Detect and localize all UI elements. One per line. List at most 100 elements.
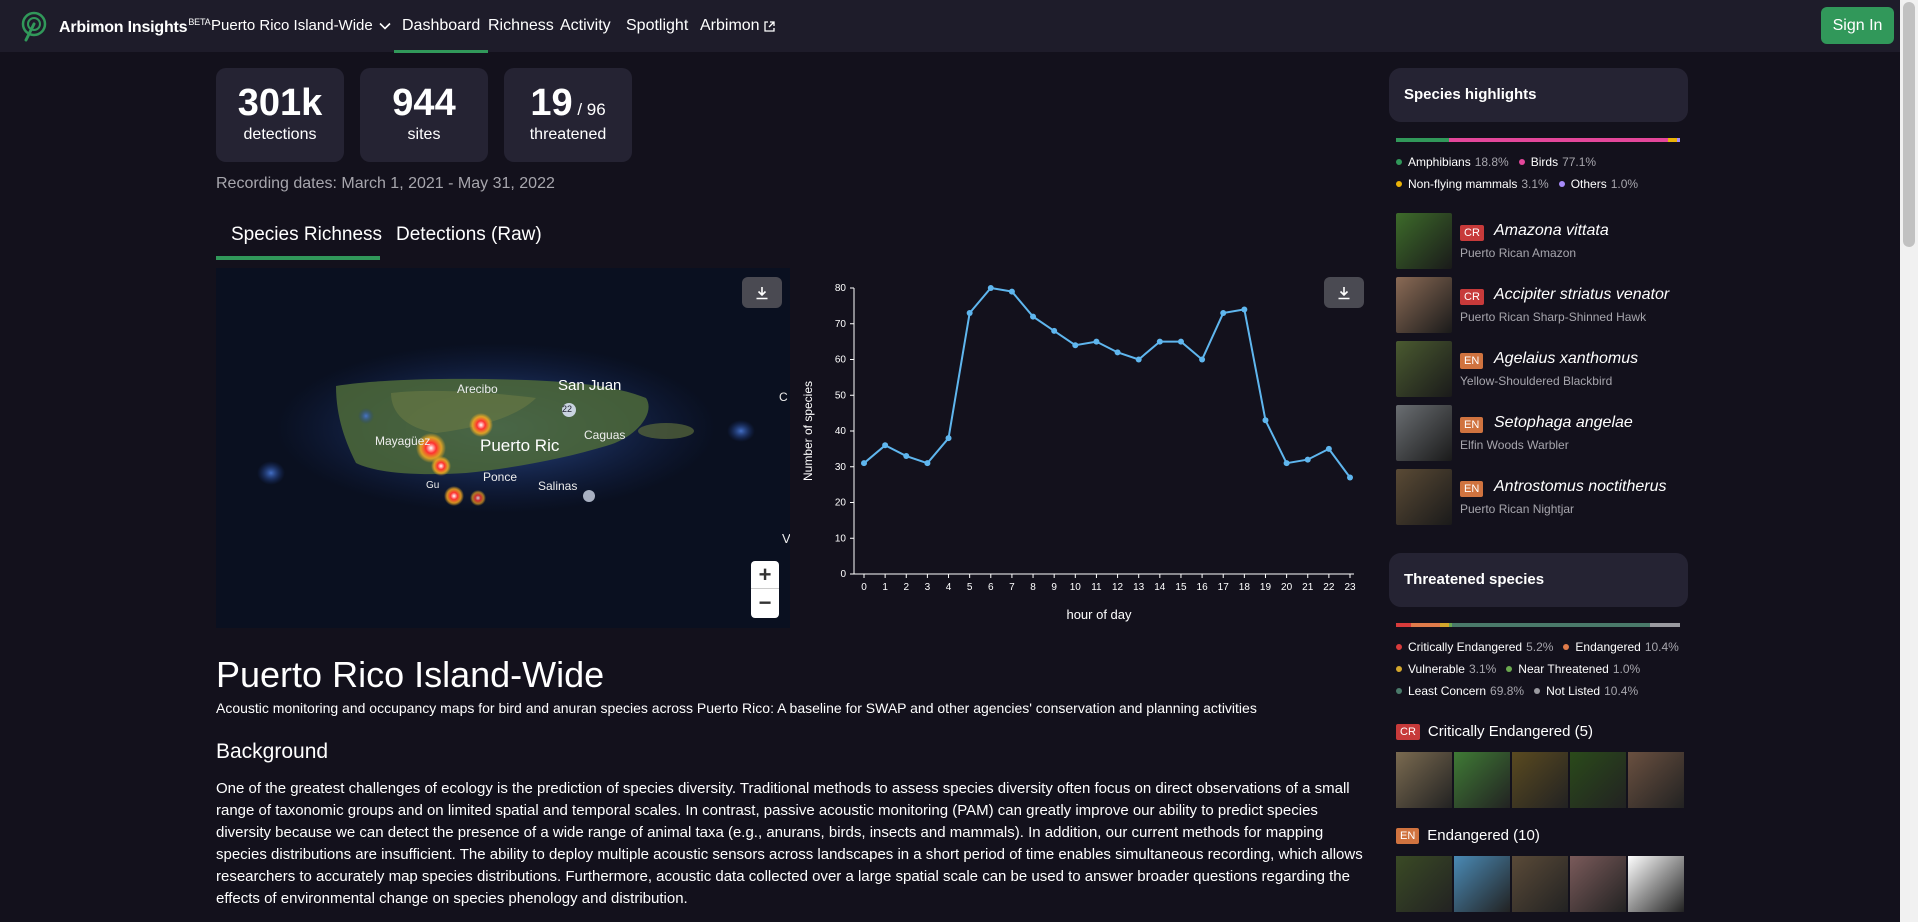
- species-scientific-name[interactable]: Accipiter striatus venator: [1494, 286, 1669, 304]
- status-badge: CR: [1460, 225, 1484, 241]
- y-tick-label: 30: [835, 462, 847, 473]
- sign-in-button[interactable]: Sign In: [1821, 7, 1894, 44]
- x-tick-label: 21: [1302, 582, 1314, 593]
- y-tick-label: 40: [835, 426, 847, 437]
- y-tick-label: 0: [840, 569, 846, 580]
- map-label-salinas: Salinas: [538, 479, 578, 493]
- threatened-distribution-bar: [1396, 623, 1680, 627]
- species-thumbnail[interactable]: [1454, 856, 1510, 912]
- en-badge: EN: [1396, 827, 1420, 844]
- species-thumbnail[interactable]: [1570, 856, 1626, 912]
- legend-nt: Near Threatened 1.0%: [1506, 662, 1640, 676]
- species-thumbnail[interactable]: [1628, 856, 1684, 912]
- species-thumbnail[interactable]: [1454, 752, 1510, 808]
- distribution-segment: [1396, 138, 1450, 142]
- chart-download-button[interactable]: [1324, 277, 1364, 308]
- stat-detections: 301k detections: [216, 68, 344, 162]
- data-point: [1262, 417, 1269, 424]
- active-tab-indicator: [216, 256, 380, 260]
- data-point: [1030, 313, 1037, 320]
- brand-text: Arbimon Insights: [59, 19, 188, 36]
- species-thumbnail[interactable]: [1396, 856, 1452, 912]
- species-common-name: Yellow-Shouldered Blackbird: [1460, 374, 1613, 388]
- species-highlight-item[interactable]: CR Accipiter striatus venator Puerto Rican…: [1396, 277, 1686, 333]
- map-download-button[interactable]: [742, 277, 782, 308]
- stat-detections-value: 301k: [237, 82, 323, 124]
- species-thumbnail[interactable]: [1570, 752, 1626, 808]
- legend-nt-label: Near Threatened: [1518, 662, 1609, 676]
- legend-lc-label: Least Concern: [1408, 684, 1487, 698]
- y-tick-label: 80: [835, 283, 847, 294]
- x-tick-label: 4: [946, 582, 952, 593]
- stat-threatened: 19 / 96 threatened: [504, 68, 632, 162]
- zoom-out-button[interactable]: −: [751, 589, 779, 617]
- distribution-segment: [1410, 623, 1441, 627]
- species-scientific-name[interactable]: Setophaga angelae: [1494, 414, 1633, 432]
- species-highlight-item[interactable]: EN Agelaius xanthomus Yellow-Shouldered Bl…: [1396, 341, 1686, 397]
- species-photo[interactable]: [1396, 213, 1452, 269]
- stat-sites-value: 944: [392, 82, 456, 124]
- legend-vu-pct: 3.1%: [1468, 662, 1497, 676]
- legend-lc: Least Concern 69.8%: [1396, 684, 1524, 698]
- legend-mammals-label: Non-flying mammals: [1408, 177, 1518, 191]
- legend-others-label: Others: [1570, 177, 1607, 191]
- species-thumbnail[interactable]: [1512, 752, 1568, 808]
- x-tick-label: 7: [1009, 582, 1015, 593]
- arbimon-logo-icon[interactable]: [20, 10, 48, 42]
- tab-species-richness[interactable]: Species Richness: [231, 224, 382, 246]
- status-badge: CR: [1460, 289, 1484, 305]
- x-tick-label: 1: [882, 582, 888, 593]
- species-scientific-name[interactable]: Amazona vittata: [1494, 222, 1609, 240]
- species-highlight-item[interactable]: EN Setophaga angelae Elfin Woods Warbler: [1396, 405, 1686, 461]
- legend-vu-label: Vulnerable: [1408, 662, 1465, 676]
- distribution-segment: [1440, 623, 1450, 627]
- species-highlight-item[interactable]: EN Antrostomus noctitherus Puerto Rican Ni…: [1396, 469, 1686, 525]
- background-heading: Background: [216, 740, 329, 763]
- x-tick-label: 23: [1344, 582, 1356, 593]
- zoom-in-button[interactable]: +: [751, 561, 779, 589]
- data-point: [903, 453, 910, 460]
- data-point: [1283, 460, 1290, 467]
- species-thumbnail[interactable]: [1512, 856, 1568, 912]
- species-photo[interactable]: [1396, 405, 1452, 461]
- scrollbar-thumb[interactable]: [1903, 2, 1915, 247]
- distribution-segment: [1451, 623, 1651, 627]
- species-highlight-item[interactable]: CR Amazona vittata Puerto Rican Amazon: [1396, 213, 1686, 269]
- map-label-caguas: Caguas: [584, 428, 626, 442]
- distribution-segment: [1449, 138, 1669, 142]
- distribution-segment: [1650, 623, 1680, 627]
- species-thumbnail[interactable]: [1628, 752, 1684, 808]
- tab-detections-raw[interactable]: Detections (Raw): [396, 224, 542, 246]
- x-tick-label: 22: [1323, 582, 1335, 593]
- x-tick-label: 18: [1239, 582, 1251, 593]
- data-point: [1304, 456, 1311, 463]
- external-link-icon: [763, 20, 775, 32]
- map-label-arecibo: Arecibo: [457, 382, 498, 396]
- status-badge: EN: [1460, 481, 1484, 497]
- data-point: [987, 285, 994, 291]
- nav-richness[interactable]: Richness: [488, 17, 554, 35]
- x-tick-label: 9: [1051, 582, 1057, 593]
- brand-name[interactable]: Arbimon InsightsBETA: [59, 17, 211, 37]
- x-tick-label: 8: [1030, 582, 1036, 593]
- project-selector[interactable]: Puerto Rico Island-Wide: [211, 17, 391, 34]
- species-photo[interactable]: [1396, 277, 1452, 333]
- legend-birds-label: Birds: [1530, 155, 1559, 169]
- species-thumbnail[interactable]: [1396, 752, 1452, 808]
- en-section-title[interactable]: EN Endangered (10): [1396, 827, 1540, 844]
- project-selector-label: Puerto Rico Island-Wide: [211, 17, 373, 34]
- species-scientific-name[interactable]: Agelaius xanthomus: [1494, 350, 1638, 368]
- nav-spotlight[interactable]: Spotlight: [626, 17, 688, 35]
- nav-activity[interactable]: Activity: [560, 17, 611, 35]
- cr-section-title[interactable]: CR Critically Endangered (5): [1396, 723, 1593, 740]
- legend-nl-pct: 10.4%: [1604, 684, 1639, 698]
- species-photo[interactable]: [1396, 469, 1452, 525]
- map-label-mayaguez: Mayagüez: [375, 434, 431, 448]
- download-icon: [756, 286, 768, 299]
- nav-arbimon[interactable]: Arbimon: [700, 17, 775, 35]
- species-photo[interactable]: [1396, 341, 1452, 397]
- species-scientific-name[interactable]: Antrostomus noctitherus: [1494, 478, 1667, 496]
- species-richness-map[interactable]: Arecibo San Juan Mayagüez Puerto Ric Cag…: [216, 268, 790, 628]
- y-axis-title: Number of species: [801, 381, 815, 481]
- nav-dashboard[interactable]: Dashboard: [393, 17, 489, 53]
